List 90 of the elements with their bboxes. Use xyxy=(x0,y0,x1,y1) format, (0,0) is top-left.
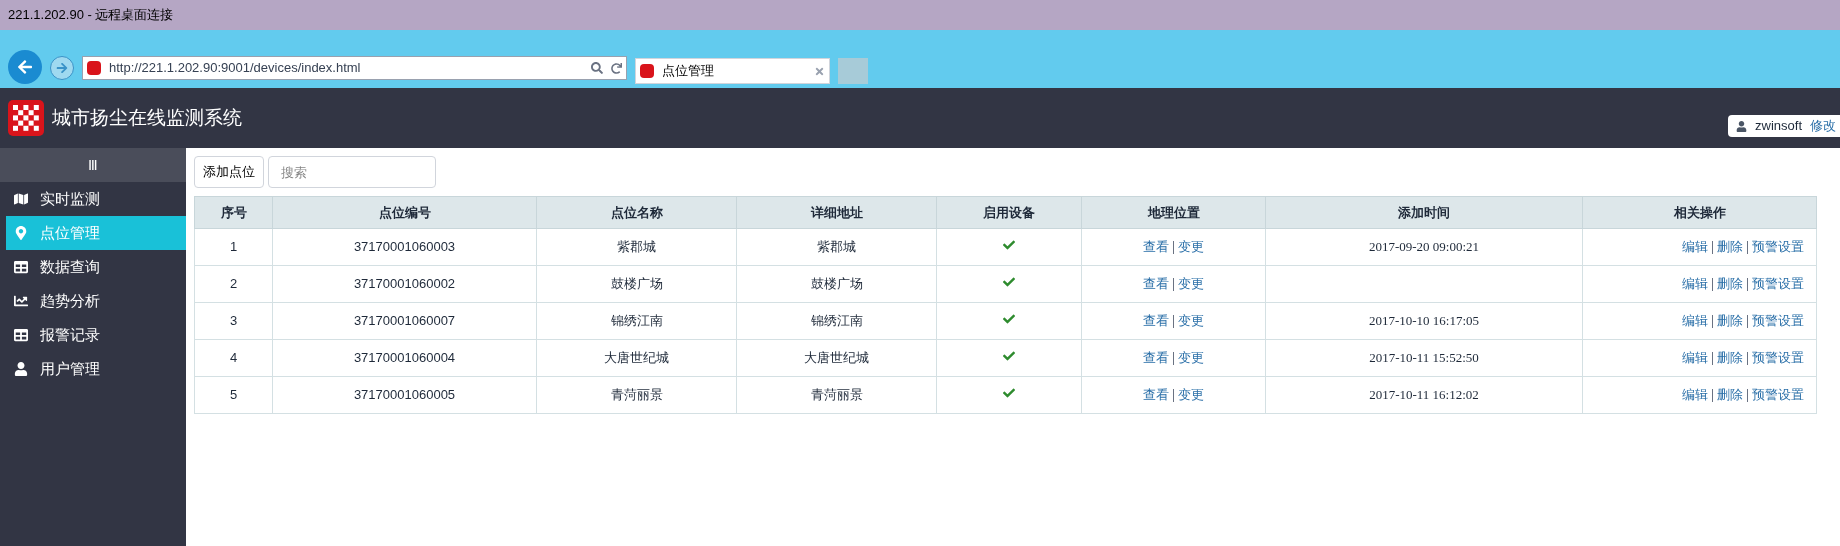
table-cell: 37170001060007 xyxy=(272,302,537,340)
table-cell: 5 xyxy=(194,376,273,414)
logo-icon xyxy=(8,100,44,136)
action-link[interactable]: 删除 xyxy=(1717,385,1743,405)
action-link[interactable]: 删除 xyxy=(1717,237,1743,257)
action-link[interactable]: 编辑 xyxy=(1682,274,1708,294)
column-header: 点位名称 xyxy=(536,196,737,229)
table-cell: 37170001060002 xyxy=(272,265,537,303)
add-button[interactable]: 添加点位 xyxy=(194,156,264,188)
map-icon xyxy=(14,192,28,206)
sidebar-toggle[interactable]: Ⅲ xyxy=(0,148,186,182)
table-icon xyxy=(14,328,28,342)
sidebar-item[interactable]: 实时监测 xyxy=(6,182,186,216)
action-link[interactable]: 预警设置 xyxy=(1752,348,1804,368)
site-icon xyxy=(87,61,101,75)
table-cell: 大唐世纪城 xyxy=(736,339,937,377)
app-title: 城市扬尘在线监测系统 xyxy=(52,105,242,130)
action-link[interactable]: 查看 xyxy=(1143,385,1169,405)
table-cell: 37170001060005 xyxy=(272,376,537,414)
close-icon xyxy=(814,65,825,77)
action-link[interactable]: 变更 xyxy=(1178,274,1204,294)
back-button[interactable] xyxy=(8,50,42,84)
table-cell: 37170001060004 xyxy=(272,339,537,377)
table-cell: 4 xyxy=(194,339,273,377)
forward-icon xyxy=(56,62,68,74)
action-link[interactable]: 查看 xyxy=(1143,311,1169,331)
tab-title: 点位管理 xyxy=(662,62,715,81)
table-cell: 紫郡城 xyxy=(736,228,937,266)
sidebar-item[interactable]: 趋势分析 xyxy=(6,284,186,318)
url-text: http://221.1.202.90:9001/devices/index.html xyxy=(109,59,362,78)
refresh-icon xyxy=(611,62,622,74)
action-link[interactable]: 预警设置 xyxy=(1752,237,1804,257)
user-icon xyxy=(14,362,28,376)
table-cell: 2 xyxy=(194,265,273,303)
action-link[interactable]: 编辑 xyxy=(1682,348,1708,368)
browser-tab[interactable]: 点位管理 xyxy=(635,58,830,84)
action-link[interactable]: 预警设置 xyxy=(1752,385,1804,405)
window-title: 221.1.202.90 - 远程桌面连接 xyxy=(8,6,174,25)
action-link[interactable]: 变更 xyxy=(1178,237,1204,257)
forward-button[interactable] xyxy=(50,56,74,80)
column-header: 点位编号 xyxy=(272,196,537,229)
user-icon xyxy=(1736,120,1748,132)
location-pin-icon xyxy=(14,226,28,240)
table-cell: 2017-10-11 16:12:02 xyxy=(1265,376,1583,414)
table-cell: 37170001060003 xyxy=(272,228,537,266)
table-cell: 青菏丽景 xyxy=(536,376,737,414)
column-header: 详细地址 xyxy=(736,196,937,229)
action-link[interactable]: 编辑 xyxy=(1682,311,1708,331)
action-link[interactable]: 预警设置 xyxy=(1752,311,1804,331)
table-cell: 青菏丽景 xyxy=(736,376,937,414)
edit-link[interactable]: 修改 xyxy=(1810,116,1836,136)
column-header: 启用设备 xyxy=(936,196,1082,229)
action-link[interactable]: 变更 xyxy=(1178,385,1204,405)
action-link[interactable]: 变更 xyxy=(1178,311,1204,331)
action-link[interactable]: 编辑 xyxy=(1682,237,1708,257)
table-cell: 3 xyxy=(194,302,273,340)
action-link[interactable]: 删除 xyxy=(1717,348,1743,368)
action-link[interactable]: 变更 xyxy=(1178,348,1204,368)
action-link[interactable]: 查看 xyxy=(1143,237,1169,257)
table-cell: 1 xyxy=(194,228,273,266)
action-link[interactable]: 删除 xyxy=(1717,311,1743,331)
sidebar-item[interactable]: 数据查询 xyxy=(6,250,186,284)
action-link[interactable]: 查看 xyxy=(1143,348,1169,368)
search-icon xyxy=(591,62,603,74)
table-cell: 锦绣江南 xyxy=(736,302,937,340)
table-cell: 2017-10-10 16:17:05 xyxy=(1265,302,1583,340)
table-cell: 紫郡城 xyxy=(536,228,737,266)
column-header: 相关操作 xyxy=(1582,196,1817,229)
username: zwinsoft xyxy=(1755,117,1802,136)
search-field[interactable]: 搜索 xyxy=(268,156,436,188)
site-icon xyxy=(640,64,654,78)
column-header: 地理位置 xyxy=(1081,196,1266,229)
table-cell: 大唐世纪城 xyxy=(536,339,737,377)
action-link[interactable]: 编辑 xyxy=(1682,385,1708,405)
table-cell: 2017-09-20 09:00:21 xyxy=(1265,228,1583,266)
column-header: 添加时间 xyxy=(1265,196,1583,229)
action-link[interactable]: 预警设置 xyxy=(1752,274,1804,294)
action-link[interactable]: 查看 xyxy=(1143,274,1169,294)
column-header: 序号 xyxy=(194,196,273,229)
action-link[interactable]: 删除 xyxy=(1717,274,1743,294)
line-chart-icon xyxy=(14,294,28,308)
sidebar-item[interactable]: 用户管理 xyxy=(6,352,186,386)
table-cell: 鼓楼广场 xyxy=(536,265,737,303)
table-cell: 锦绣江南 xyxy=(536,302,737,340)
sidebar-item[interactable]: 报警记录 xyxy=(6,318,186,352)
table-cell: 2017-10-11 15:52:50 xyxy=(1265,339,1583,377)
back-icon xyxy=(17,59,33,75)
address-bar[interactable]: http://221.1.202.90:9001/devices/index.html xyxy=(82,56,627,80)
table-cell: 鼓楼广场 xyxy=(736,265,937,303)
table-icon xyxy=(14,260,28,274)
